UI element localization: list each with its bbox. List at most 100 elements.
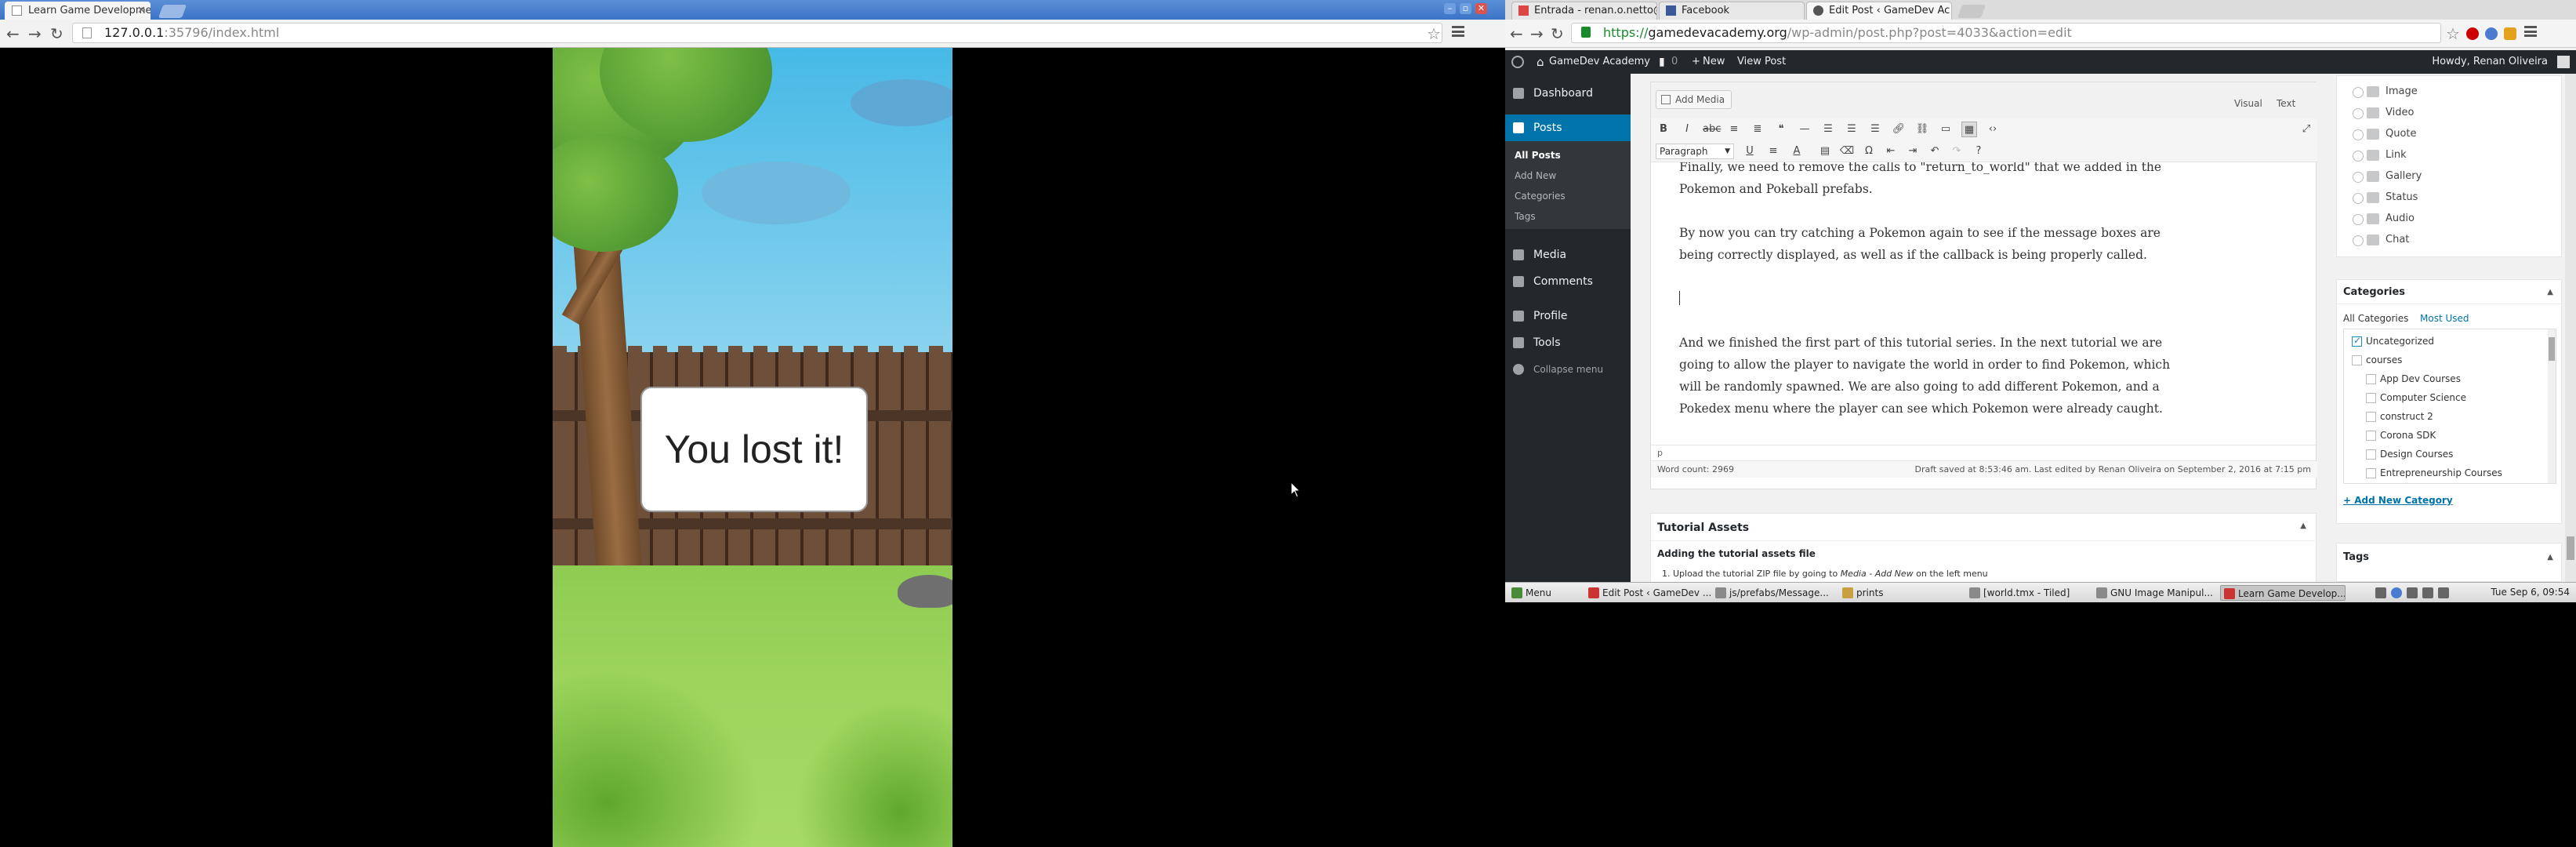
paragraph-select[interactable]: Paragraph ▼ xyxy=(1656,144,1734,159)
tab-most-used[interactable]: Most Used xyxy=(2420,313,2469,324)
strikethrough-icon[interactable]: abc xyxy=(1703,122,1721,137)
tab-visual[interactable]: Visual xyxy=(2234,98,2262,109)
outdent-icon[interactable]: ⇤ xyxy=(1883,144,1899,159)
taskbar-item-edit-post[interactable]: Edit Post ‹ GameDev ... xyxy=(1585,585,1711,601)
horizontal-line-icon[interactable]: — xyxy=(1797,122,1812,137)
maximize-button[interactable]: ▫ xyxy=(1460,3,1471,14)
collapse-arrow-icon[interactable]: ▲ xyxy=(2300,522,2306,530)
format-gallery[interactable]: Gallery xyxy=(2353,170,2422,183)
checkbox[interactable] xyxy=(2366,449,2376,460)
numbered-list-icon[interactable]: ≣ xyxy=(1750,122,1765,137)
radio[interactable] xyxy=(2353,235,2364,246)
extension-icon[interactable] xyxy=(2504,27,2516,40)
radio[interactable] xyxy=(2353,172,2364,183)
checkbox[interactable] xyxy=(2352,355,2362,365)
indent-icon[interactable]: ⇥ xyxy=(1905,144,1921,159)
back-icon[interactable]: ← xyxy=(6,26,20,42)
reload-icon[interactable]: ↻ xyxy=(50,26,63,42)
game-canvas[interactable]: You lost it! xyxy=(553,48,952,847)
forward-icon[interactable]: → xyxy=(28,26,42,42)
editor-content[interactable]: Finally, we need to remove the calls to … xyxy=(1651,162,2317,445)
page-scrollbar-thumb[interactable] xyxy=(2567,536,2574,560)
submenu-categories[interactable]: Categories xyxy=(1515,188,1566,204)
network-icon[interactable] xyxy=(2407,587,2418,598)
text-color-icon[interactable]: A xyxy=(1789,144,1805,159)
tray-icon[interactable] xyxy=(2391,587,2402,598)
checkbox[interactable] xyxy=(2366,468,2376,478)
category-entrepreneurship[interactable]: Entrepreneurship Courses xyxy=(2366,467,2502,478)
bookmark-star-icon[interactable]: ☆ xyxy=(2446,24,2460,43)
forward-icon[interactable]: → xyxy=(1530,26,1544,42)
avatar[interactable] xyxy=(2557,56,2570,68)
format-link[interactable]: Link xyxy=(2353,149,2407,162)
bullet-list-icon[interactable]: ≡ xyxy=(1726,122,1742,137)
tray-icon[interactable] xyxy=(2375,587,2386,598)
view-post-link[interactable]: View Post xyxy=(1737,50,1786,74)
sidebar-item-tools[interactable]: Tools xyxy=(1505,329,1631,356)
collapse-arrow-icon[interactable]: ▲ xyxy=(2547,288,2553,296)
new-tab-button[interactable] xyxy=(158,5,187,18)
radio[interactable] xyxy=(2353,151,2364,162)
checkbox[interactable] xyxy=(2366,412,2376,422)
category-courses[interactable]: courses xyxy=(2352,354,2402,365)
minimize-button[interactable]: – xyxy=(1444,3,1456,14)
category-corona-sdk[interactable]: Corona SDK xyxy=(2366,430,2436,441)
format-chat[interactable]: Chat xyxy=(2353,234,2409,246)
page-scrollbar[interactable] xyxy=(2565,74,2576,582)
radio[interactable] xyxy=(2353,193,2364,204)
bold-icon[interactable]: B xyxy=(1656,122,1671,137)
collapse-menu-button[interactable]: Collapse menu xyxy=(1505,356,1631,383)
tab-text[interactable]: Text xyxy=(2277,98,2295,109)
toolbar-toggle-icon[interactable]: ▦ xyxy=(1961,122,1977,137)
account-link[interactable]: Howdy, Renan Oliveira xyxy=(2432,50,2548,74)
align-center-icon[interactable]: ☰ xyxy=(1844,122,1859,137)
submenu-add-new[interactable]: Add New xyxy=(1515,168,1556,184)
tab-facebook[interactable]: Facebook xyxy=(1659,2,1805,20)
undo-icon[interactable]: ↶ xyxy=(1927,144,1943,159)
category-design-courses[interactable]: Design Courses xyxy=(2366,449,2453,460)
scrollbar-thumb[interactable] xyxy=(2549,337,2555,361)
link-icon[interactable]: 🔗︎ xyxy=(1891,122,1907,137)
collapse-arrow-icon[interactable]: ▲ xyxy=(2547,553,2553,562)
sidebar-item-profile[interactable]: Profile xyxy=(1505,303,1631,329)
extension-icon[interactable] xyxy=(2466,27,2479,40)
battery-icon[interactable] xyxy=(2438,587,2449,598)
volume-icon[interactable] xyxy=(2422,587,2433,598)
checkbox[interactable] xyxy=(2366,374,2376,384)
radio[interactable] xyxy=(2353,129,2364,140)
radio[interactable] xyxy=(2353,214,2364,225)
align-right-icon[interactable]: ☰ xyxy=(1867,122,1883,137)
start-menu-button[interactable]: Menu xyxy=(1508,585,1568,601)
element-path[interactable]: p xyxy=(1657,448,1663,458)
checkbox[interactable] xyxy=(2352,335,2362,347)
format-audio[interactable]: Audio xyxy=(2353,213,2415,225)
scrollbar[interactable] xyxy=(2548,329,2556,483)
code-icon[interactable]: ‹› xyxy=(1985,122,2001,137)
back-icon[interactable]: ← xyxy=(1510,26,1523,42)
new-content-link[interactable]: New xyxy=(1703,50,1725,74)
justify-icon[interactable]: ≡ xyxy=(1765,144,1781,159)
sidebar-item-posts[interactable]: Posts xyxy=(1505,115,1631,141)
clock[interactable]: Tue Sep 6, 09:54 xyxy=(2491,587,2570,598)
tab-learn-game-dev[interactable]: Learn Game Developme ✕ xyxy=(5,2,151,20)
format-status[interactable]: Status xyxy=(2353,191,2418,204)
menu-icon[interactable] xyxy=(2524,26,2537,37)
comments-count[interactable]: 0 xyxy=(1671,50,1678,74)
add-media-button[interactable]: Add Media xyxy=(1656,90,1732,109)
italic-icon[interactable]: I xyxy=(1679,122,1695,137)
underline-icon[interactable]: U xyxy=(1742,144,1758,159)
read-more-icon[interactable]: ▭ xyxy=(1938,122,1954,137)
taskbar-item-learn-game-dev[interactable]: Learn Game Develop... xyxy=(2220,585,2346,601)
bookmark-star-icon[interactable]: ☆ xyxy=(1427,24,1441,43)
paste-text-icon[interactable]: ▤ xyxy=(1817,144,1833,159)
format-video[interactable]: Video xyxy=(2353,107,2414,119)
new-tab-button[interactable] xyxy=(1957,5,1986,18)
redo-icon[interactable]: ↷ xyxy=(1949,144,1965,159)
wordpress-logo-icon[interactable] xyxy=(1511,56,1524,68)
submenu-tags[interactable]: Tags xyxy=(1515,209,1536,224)
unlink-icon[interactable]: ⛓︎ xyxy=(1914,122,1930,137)
help-icon[interactable]: ? xyxy=(1971,144,1986,159)
format-image[interactable]: Image xyxy=(2353,85,2418,98)
radio[interactable] xyxy=(2353,108,2364,119)
align-left-icon[interactable]: ☰ xyxy=(1820,122,1836,137)
